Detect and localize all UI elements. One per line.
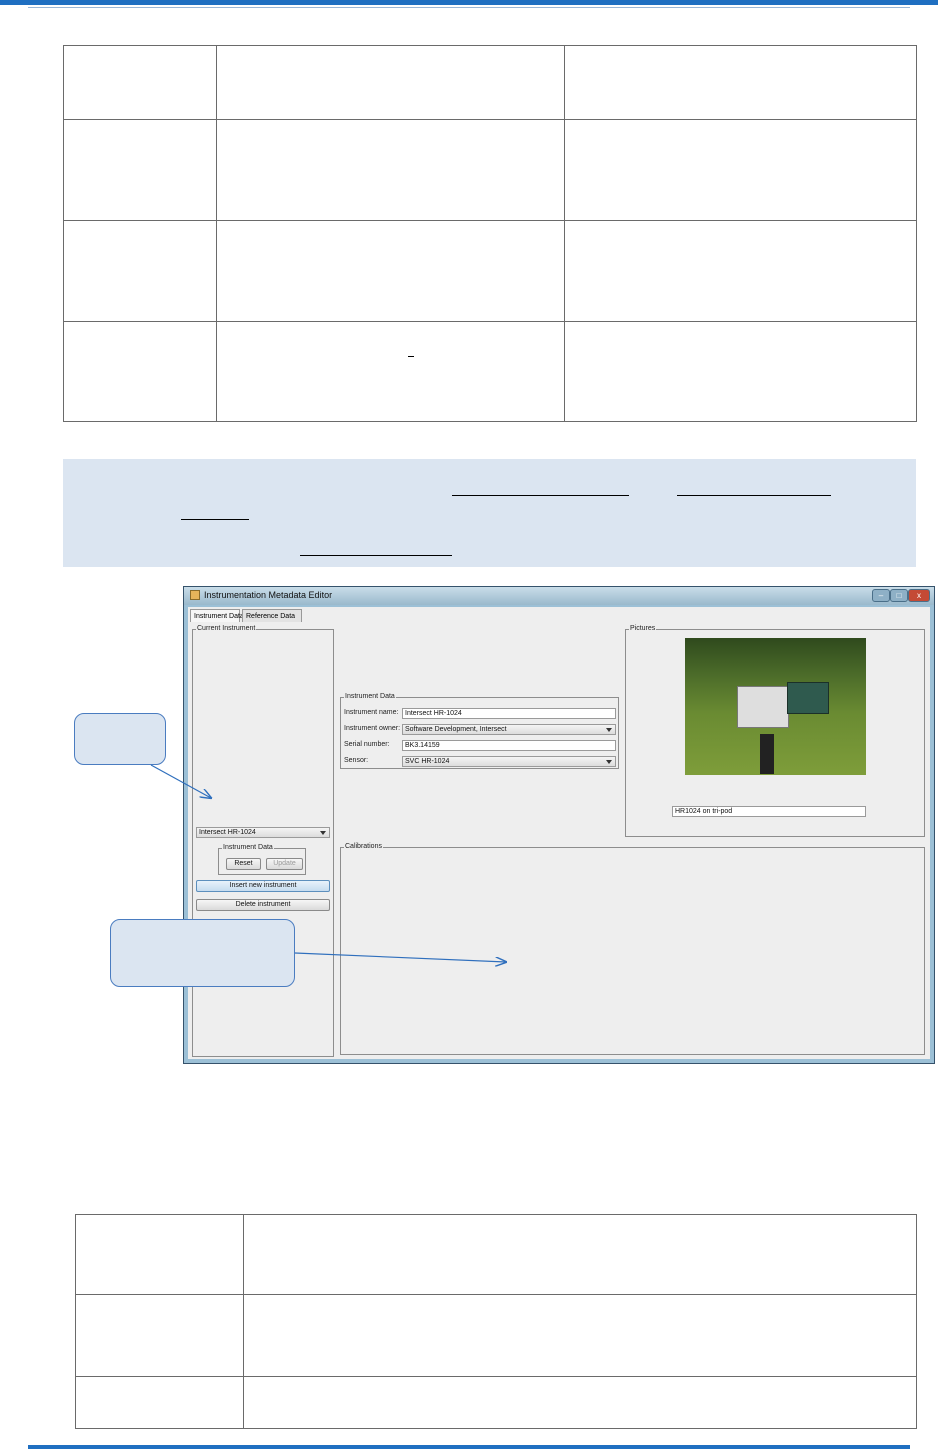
table-cell bbox=[243, 1376, 917, 1429]
arrow-to-calibrations bbox=[294, 952, 506, 962]
table-cell bbox=[75, 1294, 244, 1377]
table-cell bbox=[243, 1214, 917, 1295]
table-cell bbox=[75, 1376, 244, 1429]
table-cell bbox=[243, 1294, 917, 1377]
table-cell bbox=[75, 1214, 244, 1295]
footer-rule bbox=[28, 1445, 910, 1449]
arrow-to-instrument-select bbox=[150, 764, 211, 798]
description-table bbox=[75, 1214, 917, 1429]
